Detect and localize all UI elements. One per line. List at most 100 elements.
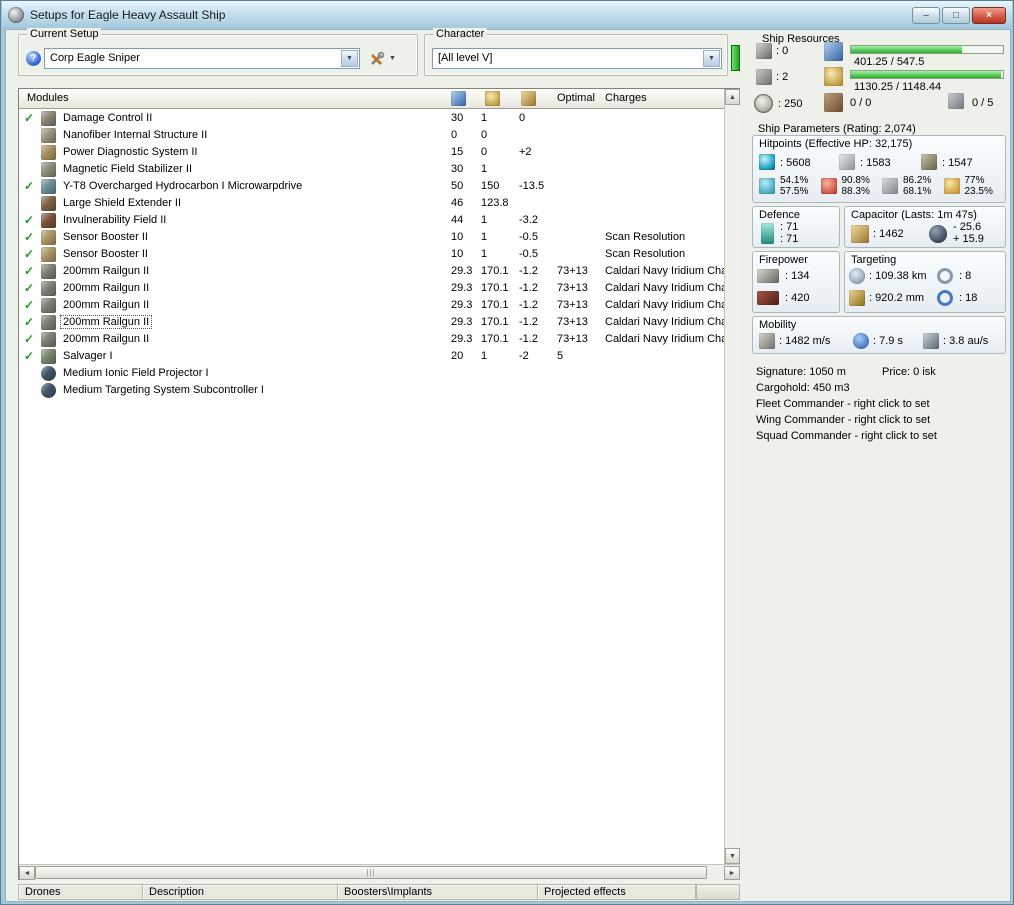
footer-tab-description[interactable]: Description: [143, 885, 338, 899]
help-icon[interactable]: ?: [26, 51, 41, 66]
module-capacitor-value: -1.2: [519, 316, 538, 328]
character-dropdown-button[interactable]: ▼: [703, 50, 720, 67]
armor-resist-value: 23.5%: [964, 186, 993, 197]
resist-group: 77% 23.5%: [943, 174, 1006, 200]
module-name: 200mm Railgun II: [63, 265, 150, 277]
table-row[interactable]: ✓ Sensor Booster II 10 1 -0.5 Scan Resolution: [19, 229, 724, 246]
close-button[interactable]: ×: [972, 6, 1006, 24]
volley-value: : 134: [785, 270, 810, 282]
fleet-commander-text[interactable]: Fleet Commander - right click to set: [756, 398, 930, 410]
table-row[interactable]: Medium Targeting System Subcontroller I: [19, 382, 724, 399]
squad-commander-text[interactable]: Squad Commander - right click to set: [756, 430, 937, 442]
dps-icon: [757, 291, 779, 305]
module-icon: [41, 264, 56, 279]
price-text: Price: 0 isk: [882, 366, 936, 378]
module-name: Sensor Booster II: [63, 248, 148, 260]
align-time-icon: [853, 333, 869, 349]
shield-hp-value: : 5608: [780, 157, 811, 169]
scroll-right-button[interactable]: ►: [724, 866, 740, 880]
targeting-range-value: : 109.38 km: [869, 270, 927, 282]
slot-usage-icon: [948, 93, 964, 109]
scroll-down-button[interactable]: ▼: [725, 848, 740, 864]
defence-value-2: : 71: [780, 233, 799, 245]
module-icon: [41, 145, 56, 160]
footer-disabled-button[interactable]: [696, 885, 739, 899]
table-row[interactable]: ✓ Sensor Booster II 10 1 -0.5 Scan Resolution: [19, 246, 724, 263]
table-row[interactable]: Large Shield Extender II 46 123.8: [19, 195, 724, 212]
vertical-scrollbar[interactable]: ▲ ▼: [724, 89, 740, 864]
module-powergrid-value: 170.1: [481, 316, 509, 328]
module-name: Salvager I: [63, 350, 113, 362]
table-row[interactable]: ✓ Salvager I 20 1 -2 5: [19, 348, 724, 365]
scroll-up-button[interactable]: ▲: [725, 89, 740, 105]
module-cpu-value: 29.3: [451, 316, 473, 328]
table-row[interactable]: ✓ Damage Control II 30 1 0: [19, 110, 724, 127]
module-capacitor-value: -13.5: [519, 180, 545, 192]
optimal-column-header: Optimal: [557, 92, 595, 104]
max-targets-value: : 8: [959, 270, 972, 282]
cargohold-text: Cargohold: 450 m3: [756, 382, 850, 394]
module-icon: [41, 196, 56, 211]
em-resist-icon: [759, 178, 775, 194]
setup-dropdown-button[interactable]: ▼: [341, 50, 358, 67]
footer-tab-drones[interactable]: Drones: [19, 885, 143, 899]
turret-hardpoints-value: : 0: [776, 45, 789, 57]
signature-text: Signature: 1050 m: [756, 366, 846, 378]
table-row[interactable]: ✓ 200mm Railgun II 29.3 170.1 -1.2 73+13 Calda…: [19, 314, 724, 331]
module-icon: [41, 179, 56, 194]
module-capacitor-value: -1.2: [519, 265, 538, 277]
module-charges-value: Caldari Navy Iridium Char...: [605, 299, 724, 311]
module-name: Medium Ionic Field Projector I: [63, 367, 209, 379]
table-row[interactable]: Medium Ionic Field Projector I: [19, 365, 724, 382]
charges-column-header: Charges: [605, 92, 647, 104]
table-row[interactable]: ✓ Y-T8 Overcharged Hydrocarbon I Microwar…: [19, 178, 724, 195]
setup-combobox[interactable]: Corp Eagle Sniper ▼: [44, 48, 360, 69]
module-cpu-value: 30: [451, 163, 464, 175]
footer-sections: Drones Description Boosters\Implants Projec…: [19, 885, 696, 899]
module-powergrid-value: 1: [481, 248, 488, 260]
title-bar[interactable]: Setups for Eagle Heavy Assault Ship – □ …: [2, 1, 1012, 29]
footer-tab-projected-effects[interactable]: Projected effects: [538, 885, 696, 899]
minimize-button[interactable]: –: [912, 6, 940, 24]
table-row[interactable]: ✓ 200mm Railgun II 29.3 170.1 -1.2 73+13 Calda…: [19, 280, 724, 297]
module-powergrid-value: 170.1: [481, 282, 509, 294]
horizontal-scroll-thumb[interactable]: |||: [35, 866, 707, 879]
table-row[interactable]: Magnetic Field Stabilizer II 30 1: [19, 161, 724, 178]
defence-value-1: : 71: [780, 221, 799, 233]
ship-parameters-title: Ship Parameters (Rating: 2,074): [758, 123, 916, 135]
cpu-usage-text: 401.25 / 547.5: [854, 56, 925, 68]
window-title: Setups for Eagle Heavy Assault Ship: [30, 8, 226, 22]
module-powergrid-value: 0: [481, 129, 488, 141]
module-charges-value: Caldari Navy Iridium Char...: [605, 265, 724, 277]
armor-resist-value: 88.3%: [841, 186, 870, 197]
table-row[interactable]: ✓ 200mm Railgun II 29.3 170.1 -1.2 73+13 Calda…: [19, 331, 724, 348]
module-optimal-value: 73+13: [557, 333, 588, 345]
scan-resolution-value: : 920.2 mm: [869, 292, 925, 304]
table-row[interactable]: ✓ 200mm Railgun II 29.3 170.1 -1.2 73+13 Calda…: [19, 297, 724, 314]
targeting-range-icon: [849, 268, 865, 284]
table-row[interactable]: Power Diagnostic System II 15 0 +2: [19, 144, 724, 161]
module-icon: [41, 128, 56, 143]
capacitor-balance-icon: [929, 225, 947, 243]
module-cpu-value: 44: [451, 214, 464, 226]
sensor-strength-icon: [937, 290, 953, 306]
mobility-box: Mobility : 1482 m/s : 7.9 s : 3.8 au/s: [752, 316, 1006, 354]
module-cpu-value: 29.3: [451, 299, 473, 311]
horizontal-scrollbar[interactable]: ◄ ||| ►: [19, 864, 740, 880]
setup-tools-button[interactable]: ▼: [366, 48, 399, 69]
drone-capacity-value: 0 / 0: [850, 97, 872, 109]
wing-commander-text[interactable]: Wing Commander - right click to set: [756, 414, 930, 426]
mobility-label: Mobility: [759, 319, 797, 331]
cpu-column-icon: [451, 91, 466, 106]
table-row[interactable]: ✓ Invulnerability Field II 44 1 -3.2: [19, 212, 724, 229]
maximize-button[interactable]: □: [942, 6, 970, 24]
defence-label: Defence: [759, 209, 800, 221]
character-combobox[interactable]: [All level V] ▼: [432, 48, 722, 69]
table-row[interactable]: ✓ 200mm Railgun II 29.3 170.1 -1.2 73+13 Calda…: [19, 263, 724, 280]
defence-icon: [761, 223, 774, 244]
footer-tab-boosters-implants[interactable]: Boosters\Implants: [338, 885, 538, 899]
table-row[interactable]: Nanofiber Internal Structure II 0 0: [19, 127, 724, 144]
module-capacitor-value: -1.2: [519, 282, 538, 294]
module-charges-value: Caldari Navy Iridium Char...: [605, 282, 724, 294]
scroll-left-button[interactable]: ◄: [19, 866, 35, 880]
